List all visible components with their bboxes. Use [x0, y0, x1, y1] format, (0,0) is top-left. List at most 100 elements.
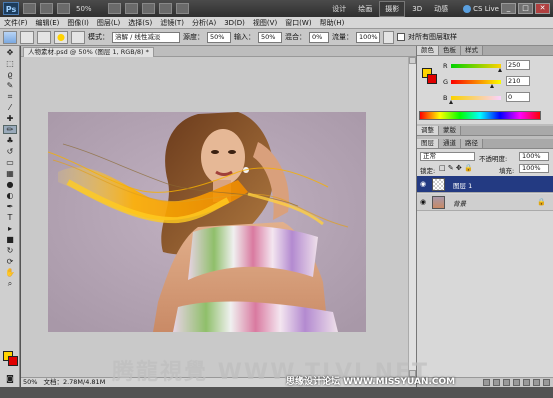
menu-file[interactable]: 文件(F) [0, 18, 32, 28]
red-slider-thumb[interactable] [498, 68, 502, 72]
menu-view[interactable]: 视图(V) [249, 18, 281, 28]
lasso-tool-icon[interactable]: ϱ [3, 70, 17, 79]
opacity-field[interactable]: 50% [207, 31, 231, 43]
hand-tool-icon[interactable]: ✋ [3, 268, 17, 277]
flow-field[interactable]: 100% [356, 31, 380, 43]
workspace-photography[interactable]: 摄影 [379, 0, 406, 17]
mini-bridge-icon[interactable] [40, 3, 53, 14]
image-canvas[interactable] [48, 112, 366, 332]
red-slider[interactable] [451, 64, 501, 68]
maximize-button[interactable]: □ [518, 3, 533, 14]
pen-tool-icon[interactable]: ✒ [3, 202, 17, 211]
scroll-up-arrow-icon[interactable] [409, 57, 416, 64]
tool-preset-picker[interactable] [3, 30, 17, 44]
blue-slider-thumb[interactable] [449, 100, 453, 104]
panel-background-swatch[interactable] [427, 74, 437, 84]
background-color-swatch[interactable] [8, 356, 18, 366]
menu-3d[interactable]: 3D(D) [220, 19, 249, 27]
new-layer-icon[interactable] [533, 379, 540, 386]
screen-mode-icon[interactable] [176, 3, 189, 14]
sample-all-checkbox[interactable] [397, 33, 405, 41]
zoom-tool-icon[interactable]: ⌕ [3, 279, 17, 288]
vertical-scrollbar[interactable] [408, 57, 416, 377]
zoom-icon[interactable] [125, 3, 138, 14]
type-tool-icon[interactable]: T [3, 213, 17, 222]
layer-row-background[interactable]: ◉ 背景 🔒 [417, 194, 553, 211]
menu-analysis[interactable]: 分析(A) [188, 18, 220, 28]
move-tool-icon[interactable]: ✥ [3, 48, 17, 57]
mode-select[interactable]: 溶解 / 线性减淡 [112, 31, 180, 43]
tab-masks[interactable]: 蒙版 [439, 126, 461, 135]
menu-help[interactable]: 帮助(H) [316, 18, 349, 28]
3d-orbit-tool-icon[interactable]: ⟳ [3, 257, 17, 266]
tab-color[interactable]: 颜色 [417, 46, 439, 55]
brush-tip-icon[interactable] [54, 30, 68, 44]
tab-styles[interactable]: 样式 [461, 46, 483, 55]
cs-live-button[interactable]: CS Live [463, 4, 499, 13]
menu-window[interactable]: 窗口(W) [281, 18, 315, 28]
green-slider-thumb[interactable] [490, 84, 494, 88]
blue-value-field[interactable]: 0 [506, 92, 530, 102]
red-value-field[interactable]: 250 [506, 60, 530, 70]
layer-style-icon[interactable] [493, 379, 500, 386]
gradient-tool-icon[interactable]: ▦ [3, 169, 17, 178]
eye-icon[interactable]: ◉ [420, 198, 428, 206]
workspace-design[interactable]: 设计 [327, 2, 351, 16]
quick-mask-icon[interactable]: ◙ [3, 374, 17, 383]
guides-icon[interactable] [57, 3, 70, 14]
bridge-icon[interactable] [23, 3, 36, 14]
workspace-painting[interactable]: 绘画 [353, 2, 377, 16]
path-select-tool-icon[interactable]: ▸ [3, 224, 17, 233]
brush-preset-icon[interactable] [20, 30, 34, 44]
eye-icon[interactable]: ◉ [420, 180, 428, 188]
delete-layer-icon[interactable] [543, 379, 550, 386]
minimize-button[interactable]: _ [501, 3, 516, 14]
link-layers-icon[interactable] [483, 379, 490, 386]
brush-tool-icon[interactable]: ✏ [3, 125, 17, 134]
arrange-documents-icon[interactable] [159, 3, 172, 14]
shape-tool-icon[interactable]: ■ [3, 235, 17, 244]
blur-tool-icon[interactable]: ● [3, 180, 17, 189]
tab-layers[interactable]: 图层 [417, 139, 439, 148]
layer-fill-field[interactable]: 100% [519, 164, 549, 173]
document-tab[interactable]: 人物素材.psd @ 50% (图层 1, RGB/8) * [23, 47, 154, 57]
eyedropper-tool-icon[interactable]: ⁄ [3, 103, 17, 112]
crop-tool-icon[interactable]: ⌗ [3, 92, 17, 101]
menu-image[interactable]: 图像(I) [63, 18, 93, 28]
history-brush-tool-icon[interactable]: ↺ [3, 147, 17, 156]
blue-slider[interactable] [451, 96, 501, 100]
clone-stamp-tool-icon[interactable]: ♣ [3, 136, 17, 145]
brush-panel-icon[interactable] [37, 30, 51, 44]
layer-opacity-field[interactable]: 100% [519, 152, 549, 161]
add-mask-icon[interactable] [503, 379, 510, 386]
hand-icon[interactable] [108, 3, 121, 14]
menu-filter[interactable]: 滤镜(T) [156, 18, 188, 28]
layer-row-layer1[interactable]: ◉ 图层 1 [417, 176, 553, 193]
quick-select-tool-icon[interactable]: ✎ [3, 81, 17, 90]
workspace-motion[interactable]: 动感 [429, 2, 453, 16]
lock-icons[interactable]: □ ✎ ✥ 🔒 [439, 164, 473, 172]
status-zoom[interactable]: 50% [23, 378, 37, 387]
eraser-tool-icon[interactable]: ▭ [3, 158, 17, 167]
clone-source-icon[interactable] [71, 30, 85, 44]
menu-select[interactable]: 选择(S) [124, 18, 156, 28]
workspace-3d[interactable]: 3D [407, 3, 427, 15]
tab-swatches[interactable]: 色板 [439, 46, 461, 55]
blend-mode-select[interactable]: 正常 [420, 152, 475, 161]
rotate-view-icon[interactable] [142, 3, 155, 14]
menu-edit[interactable]: 编辑(E) [32, 18, 64, 28]
amount-field[interactable]: 50% [258, 31, 282, 43]
tab-channels[interactable]: 通道 [439, 139, 461, 148]
adjustment-layer-icon[interactable] [513, 379, 520, 386]
green-value-field[interactable]: 210 [506, 76, 530, 86]
dodge-tool-icon[interactable]: ◐ [3, 191, 17, 200]
menu-layer[interactable]: 图层(L) [93, 18, 124, 28]
3d-rotate-tool-icon[interactable]: ↻ [3, 246, 17, 255]
new-group-icon[interactable] [523, 379, 530, 386]
color-spectrum-bar[interactable] [419, 111, 541, 120]
marquee-tool-icon[interactable]: ⬚ [3, 59, 17, 68]
airbrush-icon[interactable] [383, 30, 394, 44]
close-button[interactable]: ✕ [535, 3, 550, 14]
fade-field[interactable]: 0% [309, 31, 329, 43]
tab-adjustments[interactable]: 调整 [417, 126, 439, 135]
